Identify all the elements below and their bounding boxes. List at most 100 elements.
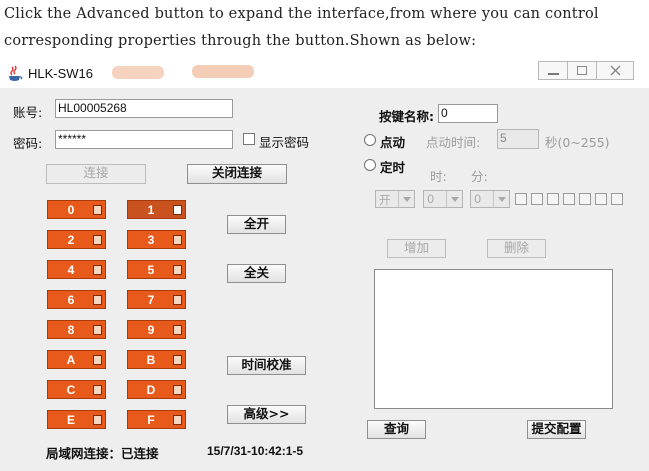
hour-select-value: 0: [427, 192, 435, 206]
window-controls: [538, 61, 638, 81]
jog-time-input[interactable]: 5: [497, 129, 539, 149]
relay-checkbox[interactable]: [173, 385, 182, 395]
chevron-down-icon: [446, 191, 462, 207]
minute-select-value: 0: [474, 192, 482, 206]
relay-button-2[interactable]: 2: [47, 230, 106, 249]
query-button[interactable]: 查询: [367, 420, 426, 439]
relay-label: 8: [67, 323, 75, 337]
weekday-checkbox[interactable]: [515, 193, 527, 205]
jog-label: 点动: [380, 135, 406, 150]
weekday-checkbox[interactable]: [611, 193, 623, 205]
relay-button-c[interactable]: C: [47, 380, 106, 399]
close-button[interactable]: [596, 61, 634, 80]
relay-checkbox[interactable]: [93, 295, 102, 305]
all-off-button[interactable]: 全关: [227, 264, 286, 283]
password-input[interactable]: ******: [55, 130, 233, 149]
java-coffee-cup-icon: [9, 65, 23, 81]
weekday-checkbox[interactable]: [595, 193, 607, 205]
relay-label: 4: [67, 263, 75, 277]
show-password-checkbox[interactable]: [243, 133, 255, 145]
relay-button-b[interactable]: B: [127, 350, 186, 369]
relay-checkbox[interactable]: [93, 385, 102, 395]
maximize-icon: [577, 66, 587, 75]
relay-checkbox[interactable]: [173, 295, 182, 305]
relay-label: 1: [147, 203, 155, 217]
title-bar: HLK-SW16: [0, 60, 649, 88]
relay-checkbox[interactable]: [93, 235, 102, 245]
relay-checkbox[interactable]: [93, 325, 102, 335]
relay-label: B: [146, 353, 156, 367]
relay-checkbox[interactable]: [173, 205, 182, 215]
relay-button-0[interactable]: 0: [47, 200, 106, 219]
relay-button-6[interactable]: 6: [47, 290, 106, 309]
switch-select-value: 开: [379, 193, 391, 207]
relay-button-7[interactable]: 7: [127, 290, 186, 309]
connect-button[interactable]: 连接: [46, 164, 146, 184]
hour-select[interactable]: 0: [423, 190, 463, 208]
time-sync-button[interactable]: 时间校准: [227, 356, 306, 375]
relay-button-f[interactable]: F: [127, 410, 186, 429]
minimize-icon: [548, 73, 559, 75]
account-input[interactable]: HL00005268: [55, 99, 233, 118]
timer-radio[interactable]: [364, 159, 376, 171]
relay-label: F: [147, 413, 155, 427]
relay-label: D: [146, 383, 156, 397]
switch-select[interactable]: 开: [375, 190, 415, 208]
relay-button-d[interactable]: D: [127, 380, 186, 399]
relay-checkbox[interactable]: [93, 415, 102, 425]
weekday-checkbox[interactable]: [531, 193, 543, 205]
weekday-checkbox[interactable]: [579, 193, 591, 205]
relay-checkbox[interactable]: [93, 355, 102, 365]
submit-config-button[interactable]: 提交配置: [527, 420, 586, 439]
jog-time-label: 点动时间:: [426, 135, 481, 150]
weekday-checkbox[interactable]: [547, 193, 559, 205]
relay-label: E: [66, 413, 75, 427]
relay-button-e[interactable]: E: [47, 410, 106, 429]
relay-checkbox[interactable]: [173, 325, 182, 335]
relay-label: C: [66, 383, 76, 397]
relay-button-a[interactable]: A: [47, 350, 106, 369]
relay-checkbox[interactable]: [173, 235, 182, 245]
disconnect-button[interactable]: 关闭连接: [187, 164, 287, 184]
weekday-checkboxes: [515, 193, 627, 207]
relay-checkbox[interactable]: [173, 355, 182, 365]
maximize-button[interactable]: [567, 61, 597, 80]
all-on-button[interactable]: 全开: [227, 215, 286, 234]
relay-checkbox[interactable]: [173, 415, 182, 425]
relay-button-4[interactable]: 4: [47, 260, 106, 279]
weekday-checkbox[interactable]: [563, 193, 575, 205]
relay-label: 0: [67, 203, 75, 217]
account-label: 账号:: [13, 105, 43, 120]
jog-radio[interactable]: [364, 134, 376, 146]
relay-checkbox[interactable]: [93, 205, 102, 215]
advanced-button[interactable]: 高级>>: [227, 405, 306, 424]
close-icon: [610, 65, 621, 76]
relay-button-9[interactable]: 9: [127, 320, 186, 339]
minute-select[interactable]: 0: [470, 190, 510, 208]
minute-label: 分:: [471, 169, 488, 184]
relay-button-1[interactable]: 1: [127, 200, 186, 219]
relay-label: 7: [147, 293, 155, 307]
instruction-line-1: Click the Advanced button to expand the …: [4, 6, 599, 22]
timestamp: 15/7/31-10:42:1-5: [207, 444, 304, 458]
key-name-input[interactable]: 0: [438, 104, 498, 123]
hour-label: 时:: [430, 169, 447, 184]
relay-button-8[interactable]: 8: [47, 320, 106, 339]
relay-label: 2: [67, 233, 75, 247]
relay-checkbox[interactable]: [93, 265, 102, 275]
relay-checkbox[interactable]: [173, 265, 182, 275]
relay-label: 6: [67, 293, 75, 307]
delete-button[interactable]: 删除: [487, 239, 546, 258]
window-title: HLK-SW16: [28, 66, 94, 81]
schedule-list[interactable]: [374, 269, 613, 409]
minimize-button[interactable]: [538, 61, 568, 80]
relay-button-3[interactable]: 3: [127, 230, 186, 249]
password-label: 密码:: [13, 136, 43, 151]
instruction-line-2: corresponding properties through the but…: [4, 33, 477, 49]
relay-label: A: [66, 353, 76, 367]
app-window: HLK-SW16 账号: HL00005268 密码: ****** 显示密码 …: [0, 60, 649, 471]
add-button[interactable]: 增加: [387, 239, 446, 258]
blurred-title-segment: [192, 65, 254, 78]
relay-button-5[interactable]: 5: [127, 260, 186, 279]
relay-label: 3: [147, 233, 155, 247]
